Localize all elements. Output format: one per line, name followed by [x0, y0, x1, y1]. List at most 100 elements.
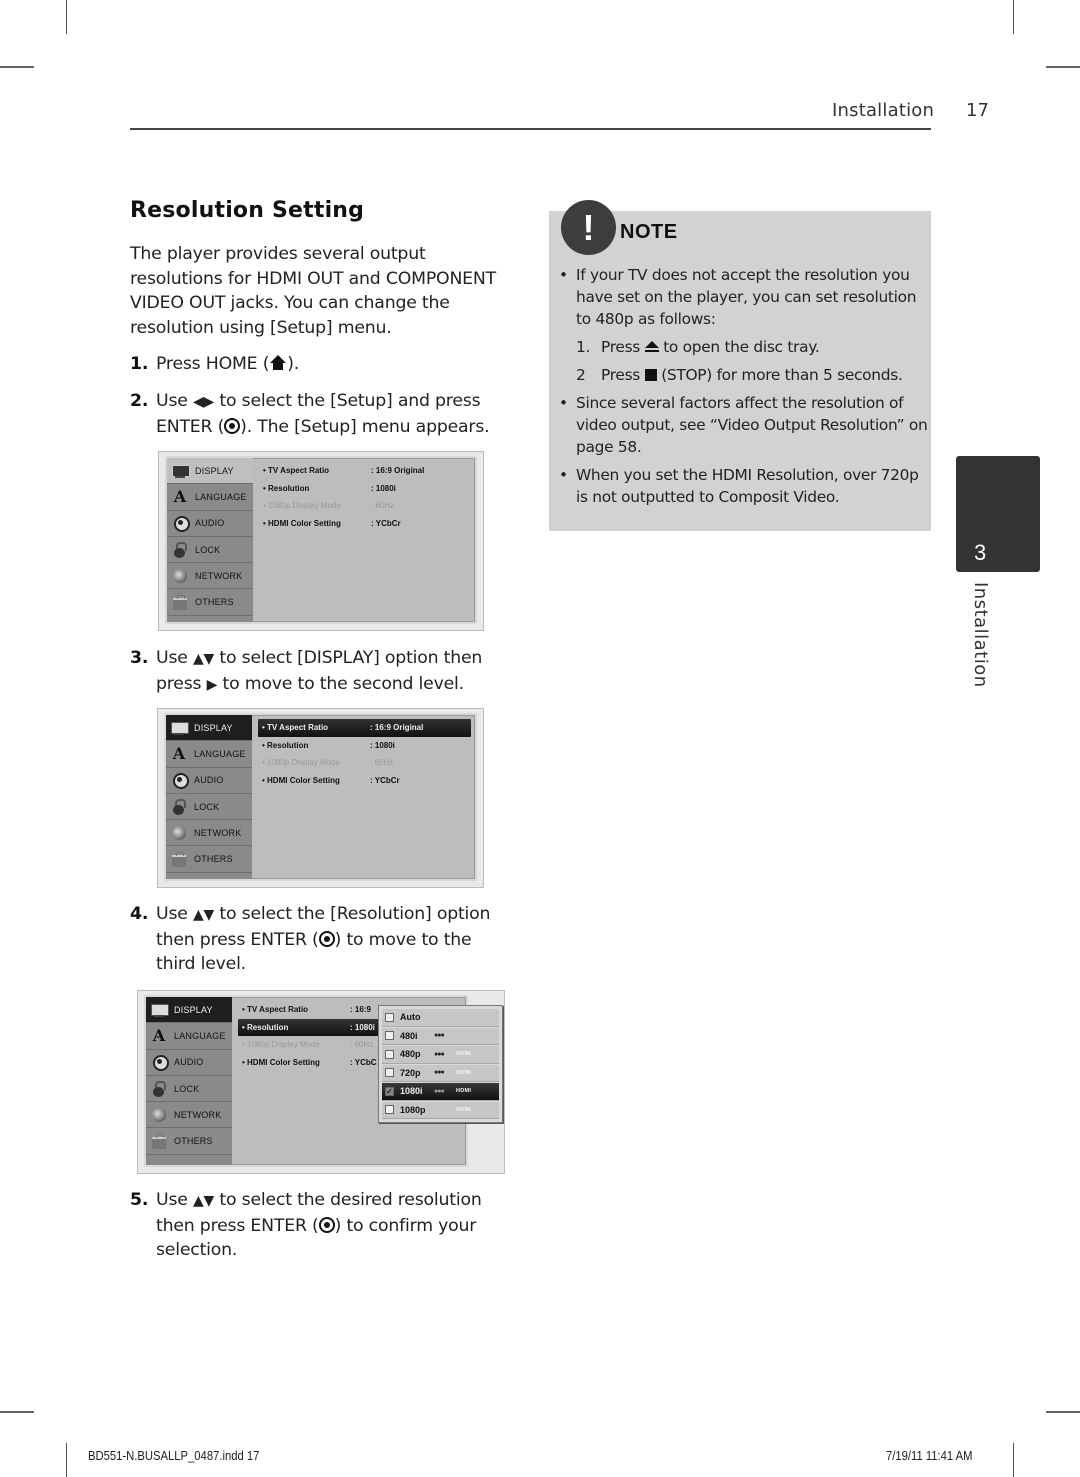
sidebar-item-label: LOCK [174, 1083, 200, 1094]
option-value: : 16:9 Original [370, 723, 424, 733]
sidebar-item-display[interactable]: DISPLAY [167, 458, 253, 485]
enter-icon [318, 1216, 335, 1233]
sidebar-item-lock[interactable]: LOCK [167, 537, 253, 564]
sidebar-item-display[interactable]: DISPLAY [146, 997, 232, 1024]
option-tv-aspect-ratio[interactable]: • TV Aspect Ratio: 16:9 Original [258, 719, 471, 737]
up-down-arrows-icon: ▲▼ [192, 907, 215, 923]
component-icon: ●●● [434, 1087, 445, 1095]
sidebar-item-others[interactable]: OTHERS [166, 846, 252, 873]
language-icon: A [173, 486, 187, 506]
option-value: : YCbCr [370, 775, 400, 785]
hdmi-icon: HDMI [456, 1088, 472, 1095]
network-icon [170, 825, 188, 841]
resolution-label: 720p [400, 1067, 421, 1078]
sidebar-item-audio[interactable]: AUDIO [146, 1050, 232, 1076]
bullet: • [559, 266, 568, 284]
step-4: 4. Use ▲▼ to select the [Resolution] opt… [130, 902, 510, 977]
lock-icon [171, 541, 189, 558]
note-title: NOTE [620, 221, 678, 243]
component-icon: ●●● [434, 1069, 445, 1077]
sidebar-item-network[interactable]: NETWORK [166, 820, 252, 847]
sidebar-item-lock[interactable]: LOCK [146, 1076, 232, 1103]
sidebar-item-language[interactable]: A LANGUAGE [166, 741, 252, 768]
sub-step-number: 2 [576, 366, 586, 384]
sidebar-item-lock[interactable]: LOCK [166, 794, 252, 821]
option-resolution[interactable]: • Resolution: 1080i [259, 480, 471, 498]
sidebar-item-others[interactable]: OTHERS [146, 1128, 232, 1155]
sidebar-item-label: NETWORK [174, 1109, 222, 1120]
sidebar-item-display[interactable]: DISPLAY [166, 715, 252, 742]
step-number: 4. [130, 904, 149, 924]
component-icon: ●●● [434, 1032, 445, 1040]
lock-icon [170, 798, 188, 815]
checkbox[interactable] [385, 1105, 394, 1115]
step-1: 1. Press HOME (). [130, 352, 510, 377]
resolution-option-480i[interactable]: 480i ●●● [382, 1027, 499, 1045]
option-label: • TV Aspect Ratio [263, 466, 330, 476]
chapter-label: Installation [970, 582, 991, 688]
option-value: : 60Hz [371, 501, 395, 511]
sidebar-item-label: OTHERS [174, 1136, 213, 1147]
step-3: 3. Use ▲▼ to select [DISPLAY] option the… [130, 646, 510, 697]
sidebar-item-network[interactable]: NETWORK [146, 1102, 232, 1129]
sidebar-item-others[interactable]: OTHERS [167, 589, 253, 616]
checkbox[interactable] [385, 1049, 394, 1059]
setup-sidebar: DISPLAY A LANGUAGE AUDIO LOCK NETWORK OTH… [166, 715, 252, 879]
checkbox[interactable] [385, 1068, 394, 1078]
sidebar-item-label: OTHERS [195, 597, 234, 608]
note-text: When you set the HDMI Resolution, over 7… [576, 466, 919, 506]
step-5: 5. Use ▲▼ to select the desired resoluti… [130, 1188, 510, 1263]
hdmi-icon: HDMI [456, 1106, 472, 1113]
up-down-arrows-icon: ▲▼ [192, 651, 215, 667]
resolution-option-720p[interactable]: 720p ●●● HDMI [382, 1064, 499, 1082]
setup-menu-screenshot-1: DISPLAY A LANGUAGE AUDIO LOCK NETWORK OTH… [158, 451, 484, 631]
note-text: Press [601, 338, 645, 356]
sidebar-item-audio[interactable]: AUDIO [166, 768, 252, 794]
option-label: • TV Aspect Ratio [242, 1005, 309, 1015]
step-2: 2. Use ◀▶ to select the [Setup] and pres… [130, 389, 510, 439]
note-item: • If your TV does not accept the resolut… [557, 264, 929, 386]
option-label: • Resolution [263, 483, 310, 493]
sidebar-item-label: LANGUAGE [174, 1030, 226, 1041]
chapter-tab [956, 456, 1040, 572]
step-text: Use [156, 904, 193, 924]
section-title: Resolution Setting [130, 198, 365, 223]
setup-sidebar: DISPLAY A LANGUAGE AUDIO LOCK NETWORK OTH… [146, 997, 232, 1165]
checkbox-checked[interactable]: ✓ [385, 1086, 394, 1096]
resolution-option-480p[interactable]: 480p ●●● HDMI [382, 1046, 499, 1064]
note-item: • Since several factors affect the resol… [557, 392, 929, 458]
sidebar-item-language[interactable]: A LANGUAGE [167, 484, 253, 511]
option-value: : 60Hz [350, 1040, 374, 1050]
step-text: Use [156, 391, 193, 411]
enter-icon [318, 930, 335, 947]
sidebar-item-label: DISPLAY [174, 1004, 213, 1015]
right-arrow-icon: ▶ [206, 676, 218, 693]
note-text: Since several factors affect the resolut… [576, 394, 928, 456]
checkbox[interactable] [385, 1012, 394, 1022]
sidebar-item-network[interactable]: NETWORK [167, 563, 253, 590]
language-icon: A [172, 743, 186, 763]
resolution-label: 1080p [400, 1104, 426, 1115]
footer-datetime: 7/19/11 11:41 AM [886, 1449, 973, 1463]
resolution-option-auto[interactable]: Auto [382, 1009, 499, 1027]
option-resolution[interactable]: • Resolution: 1080i [258, 737, 471, 755]
crop-mark [0, 1411, 34, 1413]
component-icon: ●●● [434, 1050, 445, 1058]
sidebar-item-label: LANGUAGE [195, 491, 247, 502]
resolution-option-1080i[interactable]: ✓ 1080i ●●● HDMI [382, 1083, 499, 1101]
option-hdmi-color-setting[interactable]: • HDMI Color Setting: YCbCr [258, 772, 471, 790]
crop-mark [66, 1443, 67, 1477]
option-label: • 1080p Display Mode [262, 758, 340, 768]
option-tv-aspect-ratio[interactable]: • TV Aspect Ratio: 16:9 Original [259, 462, 471, 480]
audio-icon [170, 772, 189, 790]
others-icon [150, 1133, 168, 1150]
resolution-option-1080p[interactable]: 1080p HDMI [382, 1101, 499, 1119]
crop-mark [1013, 0, 1014, 34]
lock-icon [150, 1080, 168, 1097]
checkbox[interactable] [385, 1031, 394, 1041]
page-number: 17 [966, 100, 989, 121]
option-hdmi-color-setting[interactable]: • HDMI Color Setting: YCbCr [259, 515, 471, 533]
option-label: • Resolution [242, 1022, 289, 1032]
sidebar-item-audio[interactable]: AUDIO [167, 511, 253, 537]
sidebar-item-language[interactable]: A LANGUAGE [146, 1023, 232, 1050]
